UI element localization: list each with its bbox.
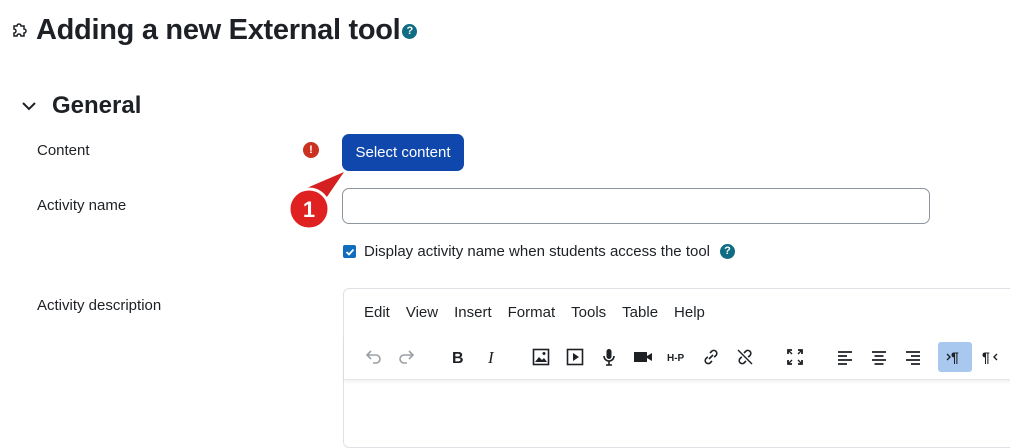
microphone-icon[interactable]	[592, 342, 626, 372]
svg-text:¶: ¶	[951, 349, 959, 365]
link-icon[interactable]	[694, 342, 728, 372]
help-icon[interactable]: ?	[720, 244, 736, 259]
rtl-icon[interactable]: ¶	[972, 342, 1006, 372]
page-header: Adding a new External tool ?	[10, 10, 418, 50]
align-center-icon[interactable]	[862, 342, 896, 372]
menu-insert[interactable]: Insert	[446, 304, 500, 321]
italic-icon[interactable]: I	[474, 342, 508, 372]
svg-text:I: I	[487, 348, 495, 367]
callout-number: 1	[303, 197, 315, 222]
menu-tools[interactable]: Tools	[563, 304, 614, 321]
menu-view[interactable]: View	[398, 304, 446, 321]
check-icon	[345, 248, 354, 256]
section-header-general[interactable]: General	[20, 90, 141, 122]
image-icon[interactable]	[524, 342, 558, 372]
editor-menubar: Edit View Insert Format Tools Table Help	[344, 289, 713, 335]
step-callout-badge: 1	[287, 172, 344, 231]
svg-text:¶: ¶	[982, 349, 990, 365]
menu-help[interactable]: Help	[666, 304, 713, 321]
chevron-down-icon[interactable]	[20, 97, 38, 115]
activity-name-label: Activity name	[37, 197, 127, 214]
page-title: Adding a new External tool	[36, 13, 401, 46]
content-label: Content	[37, 142, 90, 159]
puzzle-icon	[13, 23, 27, 37]
align-right-icon[interactable]	[896, 342, 930, 372]
bold-icon[interactable]: B	[440, 342, 474, 372]
description-editor[interactable]: Edit View Insert Format Tools Table Help…	[343, 288, 1010, 448]
redo-icon[interactable]	[390, 342, 424, 372]
h5p-icon[interactable]: H-P	[660, 342, 694, 372]
menu-format[interactable]: Format	[500, 304, 564, 321]
video-camera-icon[interactable]	[626, 342, 660, 372]
fullscreen-icon[interactable]	[778, 342, 812, 372]
required-icon: !	[303, 142, 319, 158]
media-icon[interactable]	[558, 342, 592, 372]
editor-toolbar: B I H-P ¶ ¶	[344, 335, 1010, 380]
activity-description-label: Activity description	[37, 297, 162, 314]
svg-text:B: B	[452, 350, 464, 367]
select-content-button[interactable]: Select content	[342, 134, 464, 171]
display-name-checkbox[interactable]	[343, 245, 356, 258]
svg-text:H-P: H-P	[667, 353, 685, 364]
display-name-label: Display activity name when students acce…	[364, 243, 711, 260]
display-name-option: Display activity name when students acce…	[342, 243, 736, 260]
section-title: General	[52, 92, 142, 119]
menu-table[interactable]: Table	[614, 304, 666, 321]
menu-edit[interactable]: Edit	[356, 304, 398, 321]
activity-name-input[interactable]	[342, 188, 930, 224]
help-icon[interactable]: ?	[402, 24, 418, 39]
align-left-icon[interactable]	[828, 342, 862, 372]
undo-icon[interactable]	[356, 342, 390, 372]
ltr-icon[interactable]: ¶	[938, 342, 972, 372]
unlink-icon[interactable]	[728, 342, 762, 372]
